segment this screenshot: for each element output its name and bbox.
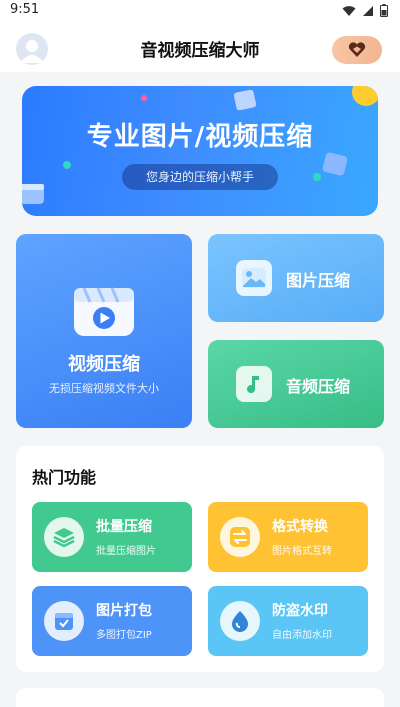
decoration-orb-icon [352, 86, 378, 106]
package-icon [44, 601, 84, 641]
feature-subtitle: 多图打包ZIP [96, 630, 152, 641]
status-time: 9:51 [10, 2, 40, 17]
feature-title: 图片打包 [96, 603, 152, 619]
banner-subtitle: 您身边的压缩小帮手 [122, 164, 278, 190]
promo-banner[interactable]: 专业图片/视频压缩 您身边的压缩小帮手 [22, 86, 378, 216]
hot-features-panel: 热门功能 批量压缩 批量压缩图片 格式转换 图片格式互转 图片打包 多图打包ZI… [16, 446, 384, 672]
video-compress-card[interactable]: 视频压缩 无损压缩视频文件大小 [16, 234, 192, 428]
watermark-button[interactable]: 防盗水印 自由添加水印 [208, 586, 368, 656]
status-icons [342, 4, 388, 17]
video-compress-label: 视频压缩 [68, 354, 140, 375]
feature-subtitle: 批量压缩图片 [96, 546, 156, 557]
hot-features-title: 热门功能 [32, 468, 97, 487]
layers-icon [44, 517, 84, 557]
format-convert-button[interactable]: 格式转换 图片格式互转 [208, 502, 368, 572]
next-section-card [16, 688, 384, 707]
decoration-photo-icon [322, 152, 348, 176]
feature-subtitle: 图片格式互转 [272, 546, 332, 557]
vip-button[interactable] [332, 36, 382, 64]
decoration-dot-icon [63, 161, 71, 169]
decoration-image-icon [234, 90, 256, 110]
battery-icon [380, 4, 388, 17]
feature-title: 格式转换 [272, 519, 328, 535]
feature-title: 防盗水印 [272, 603, 328, 619]
video-compress-sub: 无损压缩视频文件大小 [49, 382, 159, 395]
heart-gem-icon [348, 42, 366, 57]
batch-compress-button[interactable]: 批量压缩 批量压缩图片 [32, 502, 192, 572]
image-compress-label: 图片压缩 [286, 271, 351, 290]
decoration-dot-icon [313, 173, 321, 181]
banner-title: 专业图片/视频压缩 [86, 122, 314, 152]
music-note-icon [236, 366, 272, 402]
wifi-icon [342, 5, 356, 16]
image-compress-card[interactable]: 图片压缩 [208, 234, 384, 322]
video-clapper-icon [74, 287, 134, 336]
audio-compress-card[interactable]: 音频压缩 [208, 340, 384, 428]
decoration-clapper-icon [22, 184, 44, 204]
feature-subtitle: 自由添加水印 [272, 630, 332, 641]
signal-icon [363, 5, 373, 16]
image-icon [236, 260, 272, 296]
convert-icon [220, 517, 260, 557]
decoration-dot-icon [141, 95, 147, 101]
feature-title: 批量压缩 [96, 519, 152, 535]
audio-compress-label: 音频压缩 [286, 377, 351, 396]
image-package-button[interactable]: 图片打包 多图打包ZIP [32, 586, 192, 656]
watermark-icon [220, 601, 260, 641]
status-bar: 9:51 [0, 0, 400, 22]
app-header: 音视频压缩大师 [0, 22, 400, 72]
